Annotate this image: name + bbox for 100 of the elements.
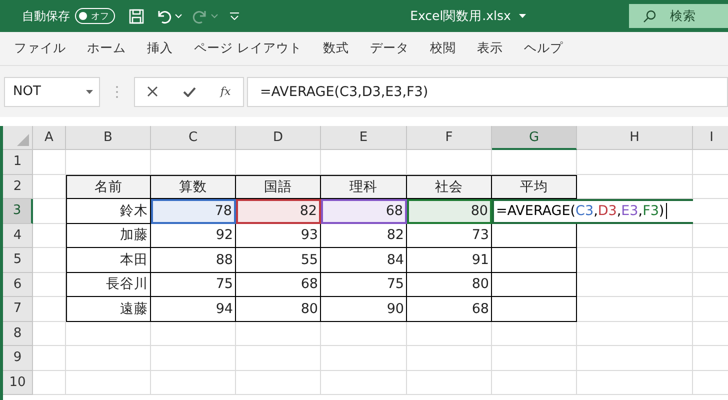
table-cell[interactable] [492,224,577,248]
sheet-cell[interactable] [151,370,236,395]
column-header[interactable]: D [236,126,321,150]
customize-icon[interactable] [230,12,239,20]
menu-tab[interactable]: 挿入 [139,40,181,57]
dropdown-icon[interactable] [86,90,93,94]
row-header[interactable]: 2 [3,174,33,199]
insert-function-button[interactable]: fx [220,85,231,98]
row-header[interactable]: 1 [3,150,33,174]
sheet-cell[interactable] [492,370,577,395]
table-cell: 55 [236,248,321,272]
sheet-cell[interactable] [407,322,492,346]
menu-tab[interactable]: ページ レイアウト [186,40,310,57]
menu-tab[interactable]: 校閲 [422,40,464,57]
sheet-cell[interactable] [407,370,492,395]
row-header[interactable]: 3 [3,199,33,224]
caret-icon[interactable] [518,14,526,18]
column-header[interactable]: E [321,126,407,150]
table-cell: 遠藤 [66,297,151,322]
sheet-cell[interactable] [33,150,66,174]
table-cell[interactable] [492,248,577,272]
table-cell: 94 [151,297,236,322]
sheet-cell[interactable] [151,346,236,370]
row-header[interactable]: 4 [3,224,33,248]
table-cell: 84 [321,248,407,272]
table-cell: 90 [321,297,407,322]
column-header[interactable]: G [492,126,577,150]
menu-tab[interactable]: ホーム [79,40,134,57]
sheet-cell[interactable] [577,248,693,272]
undo-icon[interactable] [156,8,172,24]
table-cell: 91 [407,248,492,272]
sheet-cell[interactable] [577,297,693,322]
sheet-cell[interactable] [33,322,66,346]
sheet-cell[interactable] [66,346,151,370]
table-cell[interactable] [492,297,577,322]
table-cell: 68 [407,297,492,322]
table-cell: 加藤 [66,224,151,248]
editing-cell[interactable]: =AVERAGE(C3,D3,E3,F3) [492,199,693,224]
sheet-cell[interactable] [236,346,321,370]
row-header[interactable]: 8 [3,322,33,346]
checkmark-icon[interactable] [182,86,196,96]
sheet-cell[interactable] [407,346,492,370]
sheet-cell[interactable] [577,224,693,248]
save-icon[interactable] [129,8,144,24]
column-header[interactable]: B [66,126,151,150]
row-header[interactable]: 6 [3,272,33,297]
column-header[interactable]: H [577,126,693,150]
table-cell[interactable] [492,272,577,297]
sheet-cell[interactable] [577,346,693,370]
table-cell: 68 [236,272,321,297]
sheet-cell[interactable] [321,346,407,370]
sheet-cell[interactable] [66,370,151,395]
sheet-cell[interactable] [321,370,407,395]
sheet-cell[interactable] [577,370,693,395]
column-header[interactable]: C [151,126,236,150]
table-cell: 80 [407,199,492,224]
table-cell: 82 [321,224,407,248]
menu-tab[interactable]: 数式 [314,40,357,57]
sheet-cell[interactable] [321,322,407,346]
row-header[interactable]: 9 [3,346,33,370]
table-cell: 75 [321,272,407,297]
column-header[interactable]: F [407,126,492,150]
menu-tab[interactable]: ファイル [6,40,74,57]
formula-field[interactable]: =AVERAGE(C3,D3,E3,F3) [247,76,728,106]
row-header[interactable]: 7 [3,297,33,322]
row-header[interactable]: 10 [3,370,33,395]
column-heading-cell: 平均 [492,174,577,199]
name-box[interactable]: NOT [4,76,100,106]
sheet-cell[interactable] [33,370,66,395]
search-icon [643,10,656,22]
column-header[interactable]: I [693,126,728,150]
column-heading-cell: 理科 [321,174,407,199]
column-heading-cell: 名前 [66,174,151,199]
sheet-cell[interactable] [66,322,151,346]
autosave-toggle[interactable]: オフ [75,8,115,24]
menu-tab[interactable]: データ [362,40,417,57]
file-name: Excel関数用.xlsx [410,8,511,24]
sheet-cell[interactable] [492,346,577,370]
table-cell: 本田 [66,248,151,272]
sheet-cell[interactable] [236,370,321,395]
search-field[interactable]: 検索 [629,4,728,28]
sheet-cell[interactable] [577,272,693,297]
sheet-cell[interactable] [33,346,66,370]
menu-tab[interactable]: ヘルプ [516,40,571,57]
row-header[interactable]: 5 [3,248,33,272]
sheet-cell[interactable] [492,322,577,346]
menu-tab[interactable]: 表示 [468,40,511,57]
sheet-cell[interactable] [151,322,236,346]
sheet-cell[interactable] [577,150,693,174]
column-header[interactable]: A [33,126,66,150]
table-cell: 93 [236,224,321,248]
sheet-cell[interactable] [236,322,321,346]
select-all-button[interactable] [3,126,33,150]
table-cell: 68 [321,199,407,224]
table-cell: 92 [151,224,236,248]
sheet-cell[interactable] [577,322,693,346]
caret-icon[interactable] [175,14,182,18]
cancel-icon[interactable] [147,86,158,97]
table-cell: 82 [236,199,321,224]
table-cell: 78 [151,199,236,224]
